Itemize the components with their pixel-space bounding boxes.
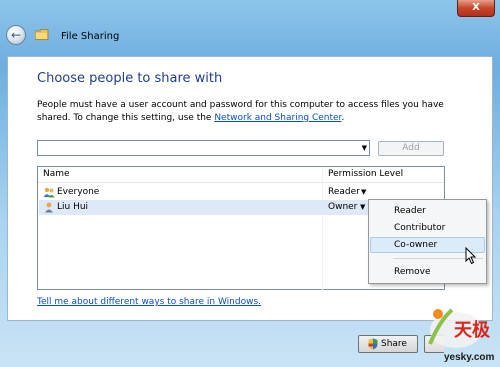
menu-item-contributor[interactable]: Contributor	[370, 220, 485, 236]
svg-text:天极: 天极	[454, 320, 491, 341]
column-header-name[interactable]: Name	[43, 169, 70, 179]
user-select-combobox[interactable]: ▼	[37, 140, 370, 156]
permission-dropdown-arrow-icon[interactable]: ▼	[360, 203, 365, 211]
share-button[interactable]: Share	[358, 335, 418, 353]
folder-icon	[35, 29, 49, 40]
permission-dropdown-arrow-icon[interactable]: ▼	[361, 188, 366, 196]
watermark-logo: 天极	[428, 308, 491, 348]
add-button: Add	[378, 141, 444, 156]
row-permission[interactable]: Owner	[328, 202, 357, 212]
menu-item-remove[interactable]: Remove	[370, 264, 485, 280]
close-button[interactable]: X	[457, 0, 495, 17]
row-name: Liu Hui	[57, 202, 89, 212]
permission-context-menu: Reader Contributor Co-owner Remove	[368, 199, 487, 284]
window-title: File Sharing	[61, 31, 120, 42]
uac-shield-icon	[368, 338, 378, 350]
description-text: People must have a user account and pass…	[37, 99, 477, 125]
back-arrow-icon: ←	[10, 28, 22, 42]
menu-item-label: Reader	[394, 206, 426, 216]
column-header-permission[interactable]: Permission Level	[328, 169, 403, 179]
back-button[interactable]: ←	[6, 25, 26, 45]
title-bar: X ← File Sharing	[0, 0, 500, 57]
row-permission[interactable]: Reader	[328, 187, 360, 197]
menu-item-label: Contributor	[394, 223, 446, 233]
row-name: Everyone	[57, 187, 100, 197]
table-row-everyone[interactable]: Everyone Reader ▼	[39, 185, 443, 200]
help-link[interactable]: Tell me about different ways to share in…	[37, 297, 261, 307]
share-button-label: Share	[381, 339, 407, 349]
user-icon	[45, 202, 53, 213]
users-group-icon	[43, 187, 55, 198]
network-sharing-center-link[interactable]: Network and Sharing Center	[214, 113, 341, 123]
page-title: Choose people to share with	[37, 71, 223, 86]
menu-item-label: Co-owner	[394, 240, 438, 250]
menu-item-label: Remove	[394, 267, 431, 277]
dropdown-arrow-icon[interactable]: ▼	[362, 144, 367, 152]
description-end: .	[341, 113, 345, 123]
table-header: Name Permission Level	[38, 167, 444, 183]
mouse-cursor-icon	[465, 247, 477, 265]
menu-item-reader[interactable]: Reader	[370, 203, 485, 219]
watermark-site: yesky.com	[444, 352, 495, 363]
